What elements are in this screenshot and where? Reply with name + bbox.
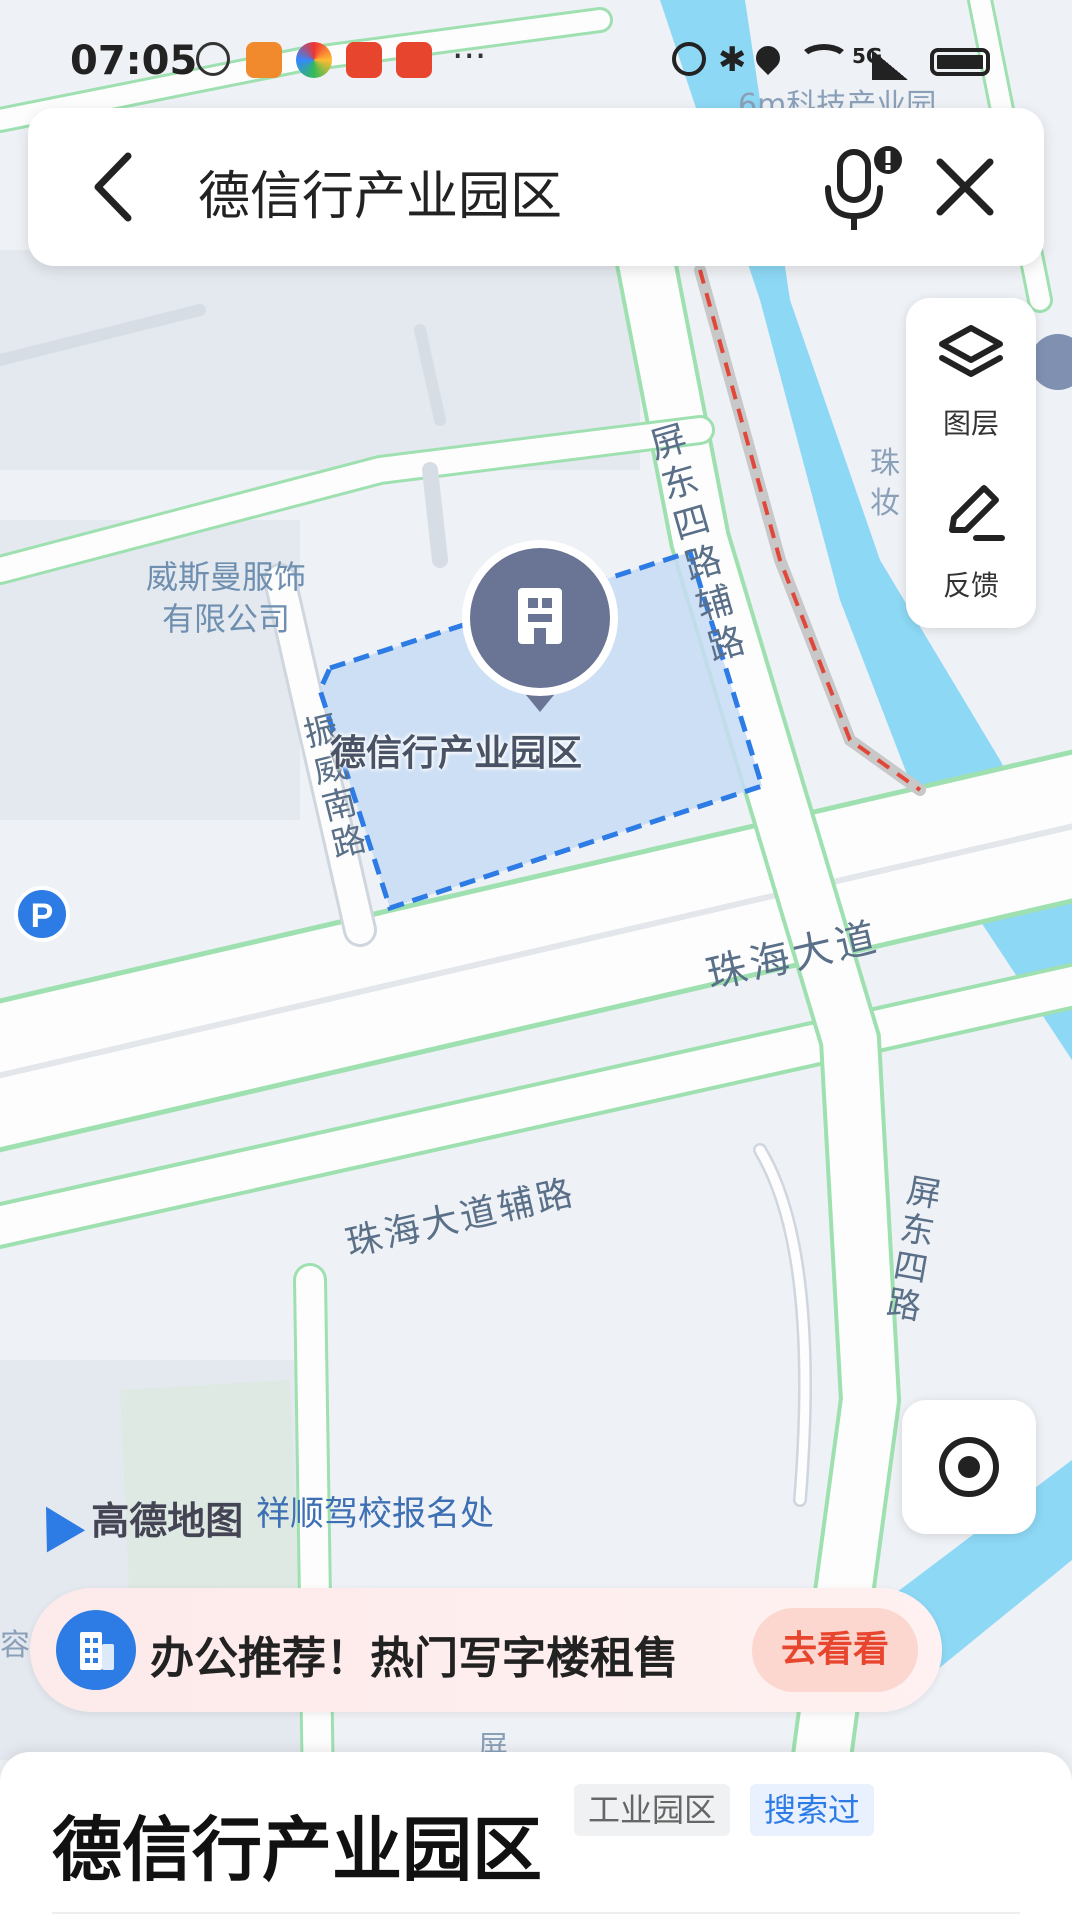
feedback-label: 反馈: [942, 569, 999, 602]
promo-cta-button[interactable]: 去看看: [752, 1608, 918, 1692]
voice-input-icon[interactable]: [814, 144, 904, 234]
map-side-controls: 图层 反馈: [906, 298, 1036, 628]
amap-logo: 高德地图: [26, 1490, 244, 1552]
signal-icon: [872, 50, 908, 80]
map-label-fragment: 妆: [870, 486, 900, 521]
amap-logo-text: 高德地图: [91, 1499, 244, 1543]
app-notification-icon: [346, 42, 382, 78]
search-query-text[interactable]: 德信行产业园区: [198, 154, 562, 229]
location-icon: [751, 41, 785, 75]
wifi-icon: [798, 44, 850, 78]
map-label-fragment: 容: [0, 1628, 30, 1663]
office-building-icon: [56, 1610, 136, 1690]
layers-button[interactable]: 图层: [906, 308, 1036, 468]
status-bar: 07:05 ··· ✱ 5G: [0, 0, 1072, 110]
promo-text: 办公推荐！热门写字楼租售: [150, 1633, 678, 1684]
divider: [52, 1912, 1020, 1914]
map-label-company-line1: 威斯曼服饰: [146, 558, 307, 596]
battery-icon: [930, 48, 990, 76]
place-title: 德信行产业园区: [52, 1809, 542, 1891]
back-arrow-icon[interactable]: [80, 148, 150, 226]
map-label-fragment: 珠: [870, 446, 900, 481]
poi-name-label[interactable]: 德信行产业园区: [330, 724, 582, 776]
missed-call-icon: [196, 42, 230, 76]
app-notification-icon: [396, 42, 432, 78]
feedback-button[interactable]: 反馈: [906, 470, 1036, 630]
place-detail-sheet[interactable]: 德信行产业园区 工业园区 搜索过: [0, 1752, 1072, 1920]
locate-icon: [939, 1437, 999, 1497]
category-tag: 工业园区: [574, 1784, 731, 1836]
svg-text:P: P: [31, 897, 54, 935]
layers-icon: [939, 325, 1003, 377]
map-label-driving-school[interactable]: 祥顺驾校报名处: [256, 1486, 494, 1535]
searched-tag: 搜索过: [750, 1784, 875, 1836]
map-label-company-line2: 有限公司: [162, 600, 291, 638]
alarm-icon: [672, 42, 706, 76]
search-bar[interactable]: 德信行产业园区: [28, 108, 1044, 266]
status-time: 07:05: [70, 38, 198, 84]
app-notification-icon: [246, 42, 282, 78]
amap-logo-icon: [26, 1495, 86, 1552]
locate-me-button[interactable]: [902, 1400, 1036, 1534]
feedback-edit-icon: [949, 485, 1005, 541]
more-notifications-icon: ···: [452, 36, 487, 77]
app-notification-icon: [296, 42, 332, 78]
map-label-company[interactable]: 威斯曼服饰 有限公司: [146, 556, 306, 640]
office-promo-banner[interactable]: 办公推荐！热门写字楼租售 去看看: [30, 1588, 942, 1712]
close-icon[interactable]: [932, 154, 998, 220]
layers-label: 图层: [942, 407, 999, 440]
bluetooth-icon: ✱: [718, 40, 747, 80]
